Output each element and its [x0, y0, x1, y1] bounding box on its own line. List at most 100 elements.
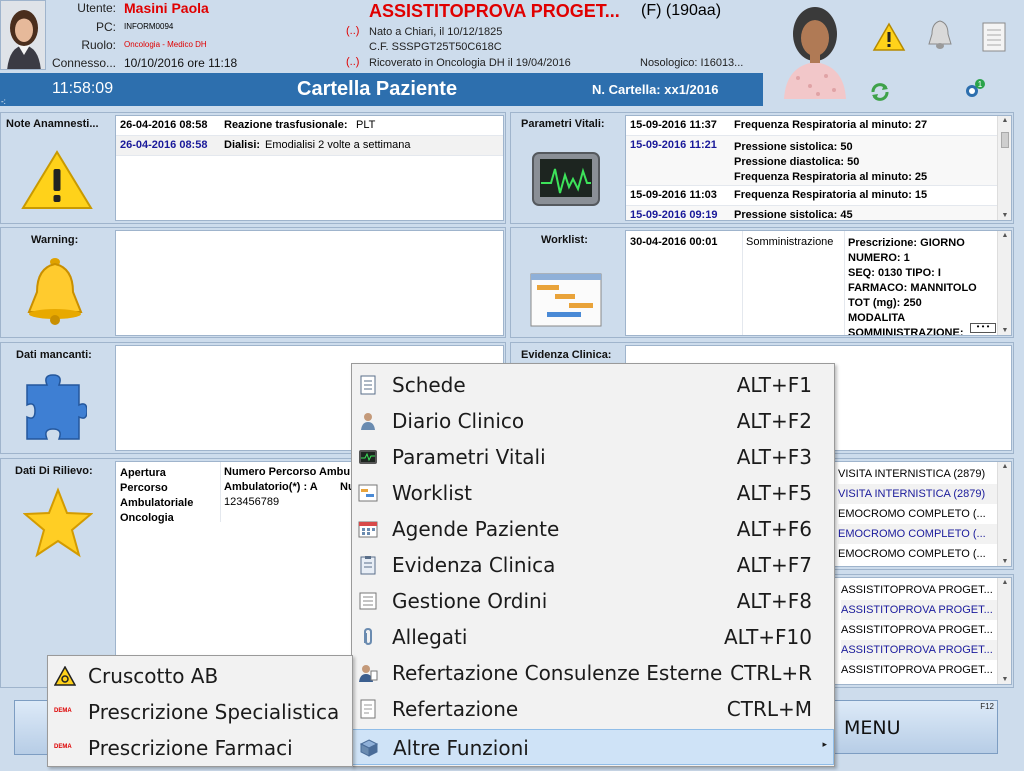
clipboard-icon [358, 555, 378, 575]
menu-button-label: MENU [844, 717, 901, 739]
menu-item-worklist[interactable]: Worklist ALT+F5 [352, 475, 834, 511]
warning-list[interactable] [115, 230, 504, 336]
menu-item-agende-paziente[interactable]: Agende Paziente ALT+F6 [352, 511, 834, 547]
worklist-divider-2 [844, 231, 845, 335]
cartella-number: N. Cartella: xx1/2016 [592, 82, 719, 97]
menu-item-refertazione-consulenze[interactable]: Refertazione Consulenze Esterne CTRL+R [352, 655, 834, 691]
refresh-icon[interactable] [868, 80, 892, 104]
patient-name[interactable]: ASSISTITOPROVA PROGET... [369, 1, 620, 22]
admission-marker: (..) [346, 56, 360, 68]
worklist-divider [742, 231, 743, 335]
list-item[interactable]: VISITA INTERNISTICA (2879) [838, 484, 998, 504]
list-item[interactable]: EMOCROMO COMPLETO (... [838, 524, 998, 544]
list-item[interactable]: ASSISTITOPROVA PROGET... [841, 600, 1001, 620]
document-list-icon [358, 375, 378, 395]
patient-header: Utente: Masini Paola PC: INFORM0094 Ruol… [0, 0, 1024, 107]
monitor-icon [358, 447, 378, 467]
parametri-vitali-list[interactable]: 15-09-2016 11:37 Frequenza Respiratoria … [625, 115, 1012, 221]
menu-item-schede[interactable]: Schede ALT+F1 [352, 367, 834, 403]
clock: 11:58:09 [52, 80, 114, 97]
boxes-icon [359, 738, 379, 758]
submenu-item-cruscotto-ab[interactable]: Cruscotto AB [48, 658, 352, 694]
list-item[interactable]: ASSISTITOPROVA PROGET... [841, 620, 1001, 640]
connected-value: 10/10/2016 ore 11:18 [124, 56, 238, 70]
rilievo-divider [220, 462, 221, 522]
worklist-list[interactable]: 30-04-2016 00:01 Somministrazione Prescr… [625, 230, 1012, 336]
role-value: Oncologia - Medico DH [124, 40, 207, 49]
biohazard-icon [53, 665, 77, 686]
rilievo-col2-line: Ambulatorio(*) : A [224, 481, 318, 493]
note-anamnestiche-list[interactable]: 26-04-2016 08:58 Reazione trasfusionale:… [115, 115, 504, 221]
scrollbar[interactable]: ▲ ▼ [997, 578, 1011, 684]
user-name: Masini Paola [124, 0, 209, 16]
worklist-label: Worklist: [541, 234, 588, 246]
menu-item-altre-funzioni[interactable]: Altre Funzioni ▸ [352, 729, 834, 765]
list-item[interactable]: 15-09-2016 11:21 Pressione sistolica: 50… [626, 136, 1011, 186]
list-item[interactable]: ASSISTITOPROVA PROGET... [841, 580, 1001, 600]
menu-item-allegati[interactable]: Allegati ALT+F10 [352, 619, 834, 655]
patient-admission: Ricoverato in Oncologia DH il 19/04/2016 [369, 57, 571, 69]
parametri-vitali-label: Parametri Vitali: [521, 118, 605, 130]
menu-item-gestione-ordini[interactable]: Gestione Ordini ALT+F8 [352, 583, 834, 619]
bell-icon[interactable] [924, 18, 956, 52]
dema-icon: DEMA [54, 744, 72, 750]
menu-item-diario-clinico[interactable]: Diario Clinico ALT+F2 [352, 403, 834, 439]
esami-items: VISITA INTERNISTICA (2879) VISITA INTERN… [838, 464, 998, 564]
bar-marker: -: [1, 97, 6, 106]
list-item[interactable]: 15-09-2016 11:03 Frequenza Respiratoria … [626, 186, 1011, 206]
submenu-item-prescrizione-farmaci[interactable]: DEMA Prescrizione Farmaci [48, 730, 352, 766]
worklist-panel: Worklist: 30-04-2016 00:01 Somministrazi… [510, 227, 1014, 338]
menu-button-key: F12 [980, 702, 994, 711]
dati-rilievo-label: Dati Di Rilievo: [15, 465, 93, 477]
worklist-icon [358, 483, 378, 503]
dema-icon: DEMA [54, 708, 72, 714]
rilievo-col2-head: Numero Percorso Ambu [224, 466, 351, 478]
more-button[interactable]: • • • [970, 323, 996, 333]
documenti-items: ASSISTITOPROVA PROGET... ASSISTITOPROVA … [841, 580, 1001, 680]
connection-badge-icon[interactable]: 1 [962, 78, 986, 100]
patient-avatar [780, 4, 850, 99]
puzzle-icon [23, 371, 88, 443]
title-bar: -: 11:58:09 Cartella Paziente N. Cartell… [0, 73, 763, 106]
list-item[interactable]: ASSISTITOPROVA PROGET... [841, 640, 1001, 660]
svg-text:1: 1 [978, 80, 983, 89]
monitor-icon [531, 149, 601, 211]
star-icon [22, 487, 94, 559]
scrollbar[interactable]: ▲ ▼ [997, 231, 1011, 335]
report-icon [358, 699, 378, 719]
parametri-vitali-panel: Parametri Vitali: 15-09-2016 11:37 Frequ… [510, 112, 1014, 224]
worklist-date: 30-04-2016 00:01 [630, 236, 718, 248]
rilievo-col2-value: 123456789 [224, 496, 280, 508]
notes-icon[interactable] [980, 20, 1008, 54]
scrollbar[interactable]: ▲ ▼ [997, 462, 1011, 566]
role-label: Ruolo: [81, 38, 116, 52]
menu-item-refertazione[interactable]: Refertazione CTRL+M [352, 691, 834, 727]
list-item[interactable]: 26-04-2016 08:58 Reazione trasfusionale:… [116, 116, 503, 136]
list-item[interactable]: ASSISTITOPROVA PROGET... [841, 660, 1001, 680]
submenu-arrow-icon: ▸ [822, 740, 827, 750]
list-item[interactable]: VISITA INTERNISTICA (2879) [838, 464, 998, 484]
rilievo-col1: Apertura Percorso Ambulatoriale Oncologi… [120, 467, 194, 524]
menu-button[interactable]: MENU F12 [833, 700, 998, 754]
list-item[interactable]: 15-09-2016 09:19 Pressione sistolica: 45 [626, 206, 1011, 220]
menu-item-evidenza-clinica[interactable]: Evidenza Clinica ALT+F7 [352, 547, 834, 583]
user-label: Utente: [77, 1, 116, 15]
dati-mancanti-label: Dati mancanti: [16, 349, 92, 361]
page-title: Cartella Paziente [297, 78, 458, 100]
orders-icon [358, 591, 378, 611]
paperclip-icon [358, 627, 378, 647]
left-action-button[interactable] [14, 700, 50, 755]
doctor-icon [358, 411, 378, 431]
warning-icon[interactable] [872, 22, 906, 52]
scrollbar[interactable]: ▲ ▼ [997, 116, 1011, 220]
list-item[interactable]: 26-04-2016 08:58 Dialisi: Emodialisi 2 v… [116, 136, 503, 156]
pc-label: PC: [95, 20, 116, 34]
list-item[interactable]: 15-09-2016 11:37 Frequenza Respiratoria … [626, 116, 1011, 136]
list-item[interactable]: EMOCROMO COMPLETO (... [838, 544, 998, 564]
warning-triangle-icon [21, 149, 93, 211]
submenu-item-prescrizione-specialistica[interactable]: DEMA Prescrizione Specialistica [48, 694, 352, 730]
worklist-type: Somministrazione [746, 236, 834, 248]
list-item[interactable]: EMOCROMO COMPLETO (... [838, 504, 998, 524]
patient-birth: Nato a Chiari, il 10/12/1825 [369, 26, 503, 38]
menu-item-parametri-vitali[interactable]: Parametri Vitali ALT+F3 [352, 439, 834, 475]
